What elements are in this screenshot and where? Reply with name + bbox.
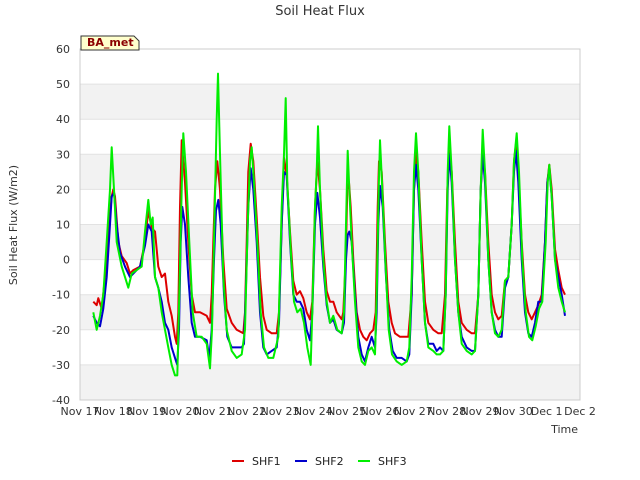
x-axis-title: Time <box>550 423 578 436</box>
background-band <box>80 154 580 190</box>
station-badge: BA_met <box>80 35 140 51</box>
y-tick-label: 20 <box>56 183 70 196</box>
chart-title: Soil Heat Flux <box>275 4 365 19</box>
y-tick-label: -10 <box>52 289 70 302</box>
station-badge-label: BA_met <box>87 36 134 49</box>
x-tick-label: Dec 1 <box>531 405 563 418</box>
legend-label-shf1: SHF1 <box>252 455 281 468</box>
y-tick-label: 60 <box>56 43 70 56</box>
legend-label-shf2: SHF2 <box>315 455 344 468</box>
y-axis-title: Soil Heat Flux (W/m2) <box>7 165 20 285</box>
y-tick-label: 0 <box>63 254 70 267</box>
legend: SHF1 SHF2 SHF3 <box>232 455 407 468</box>
soil-heat-flux-chart: -40-30-20-100102030405060 Nov 17Nov 18No… <box>7 4 596 468</box>
y-tick-label: 40 <box>56 113 70 126</box>
y-tick-label: -20 <box>52 324 70 337</box>
y-tick-label: 30 <box>56 148 70 161</box>
x-axis-tick-labels: Nov 17Nov 18Nov 19Nov 20Nov 21Nov 22Nov … <box>61 405 596 418</box>
y-tick-label: 50 <box>56 78 70 91</box>
background-band <box>80 364 580 400</box>
legend-label-shf3: SHF3 <box>378 455 407 468</box>
x-tick-label: Nov 30 <box>494 405 533 418</box>
x-tick-label: Dec 2 <box>564 405 596 418</box>
y-tick-label: 10 <box>56 219 70 232</box>
y-axis-tick-labels: -40-30-20-100102030405060 <box>52 43 70 407</box>
y-tick-label: -30 <box>52 359 70 372</box>
background-band <box>80 84 580 120</box>
